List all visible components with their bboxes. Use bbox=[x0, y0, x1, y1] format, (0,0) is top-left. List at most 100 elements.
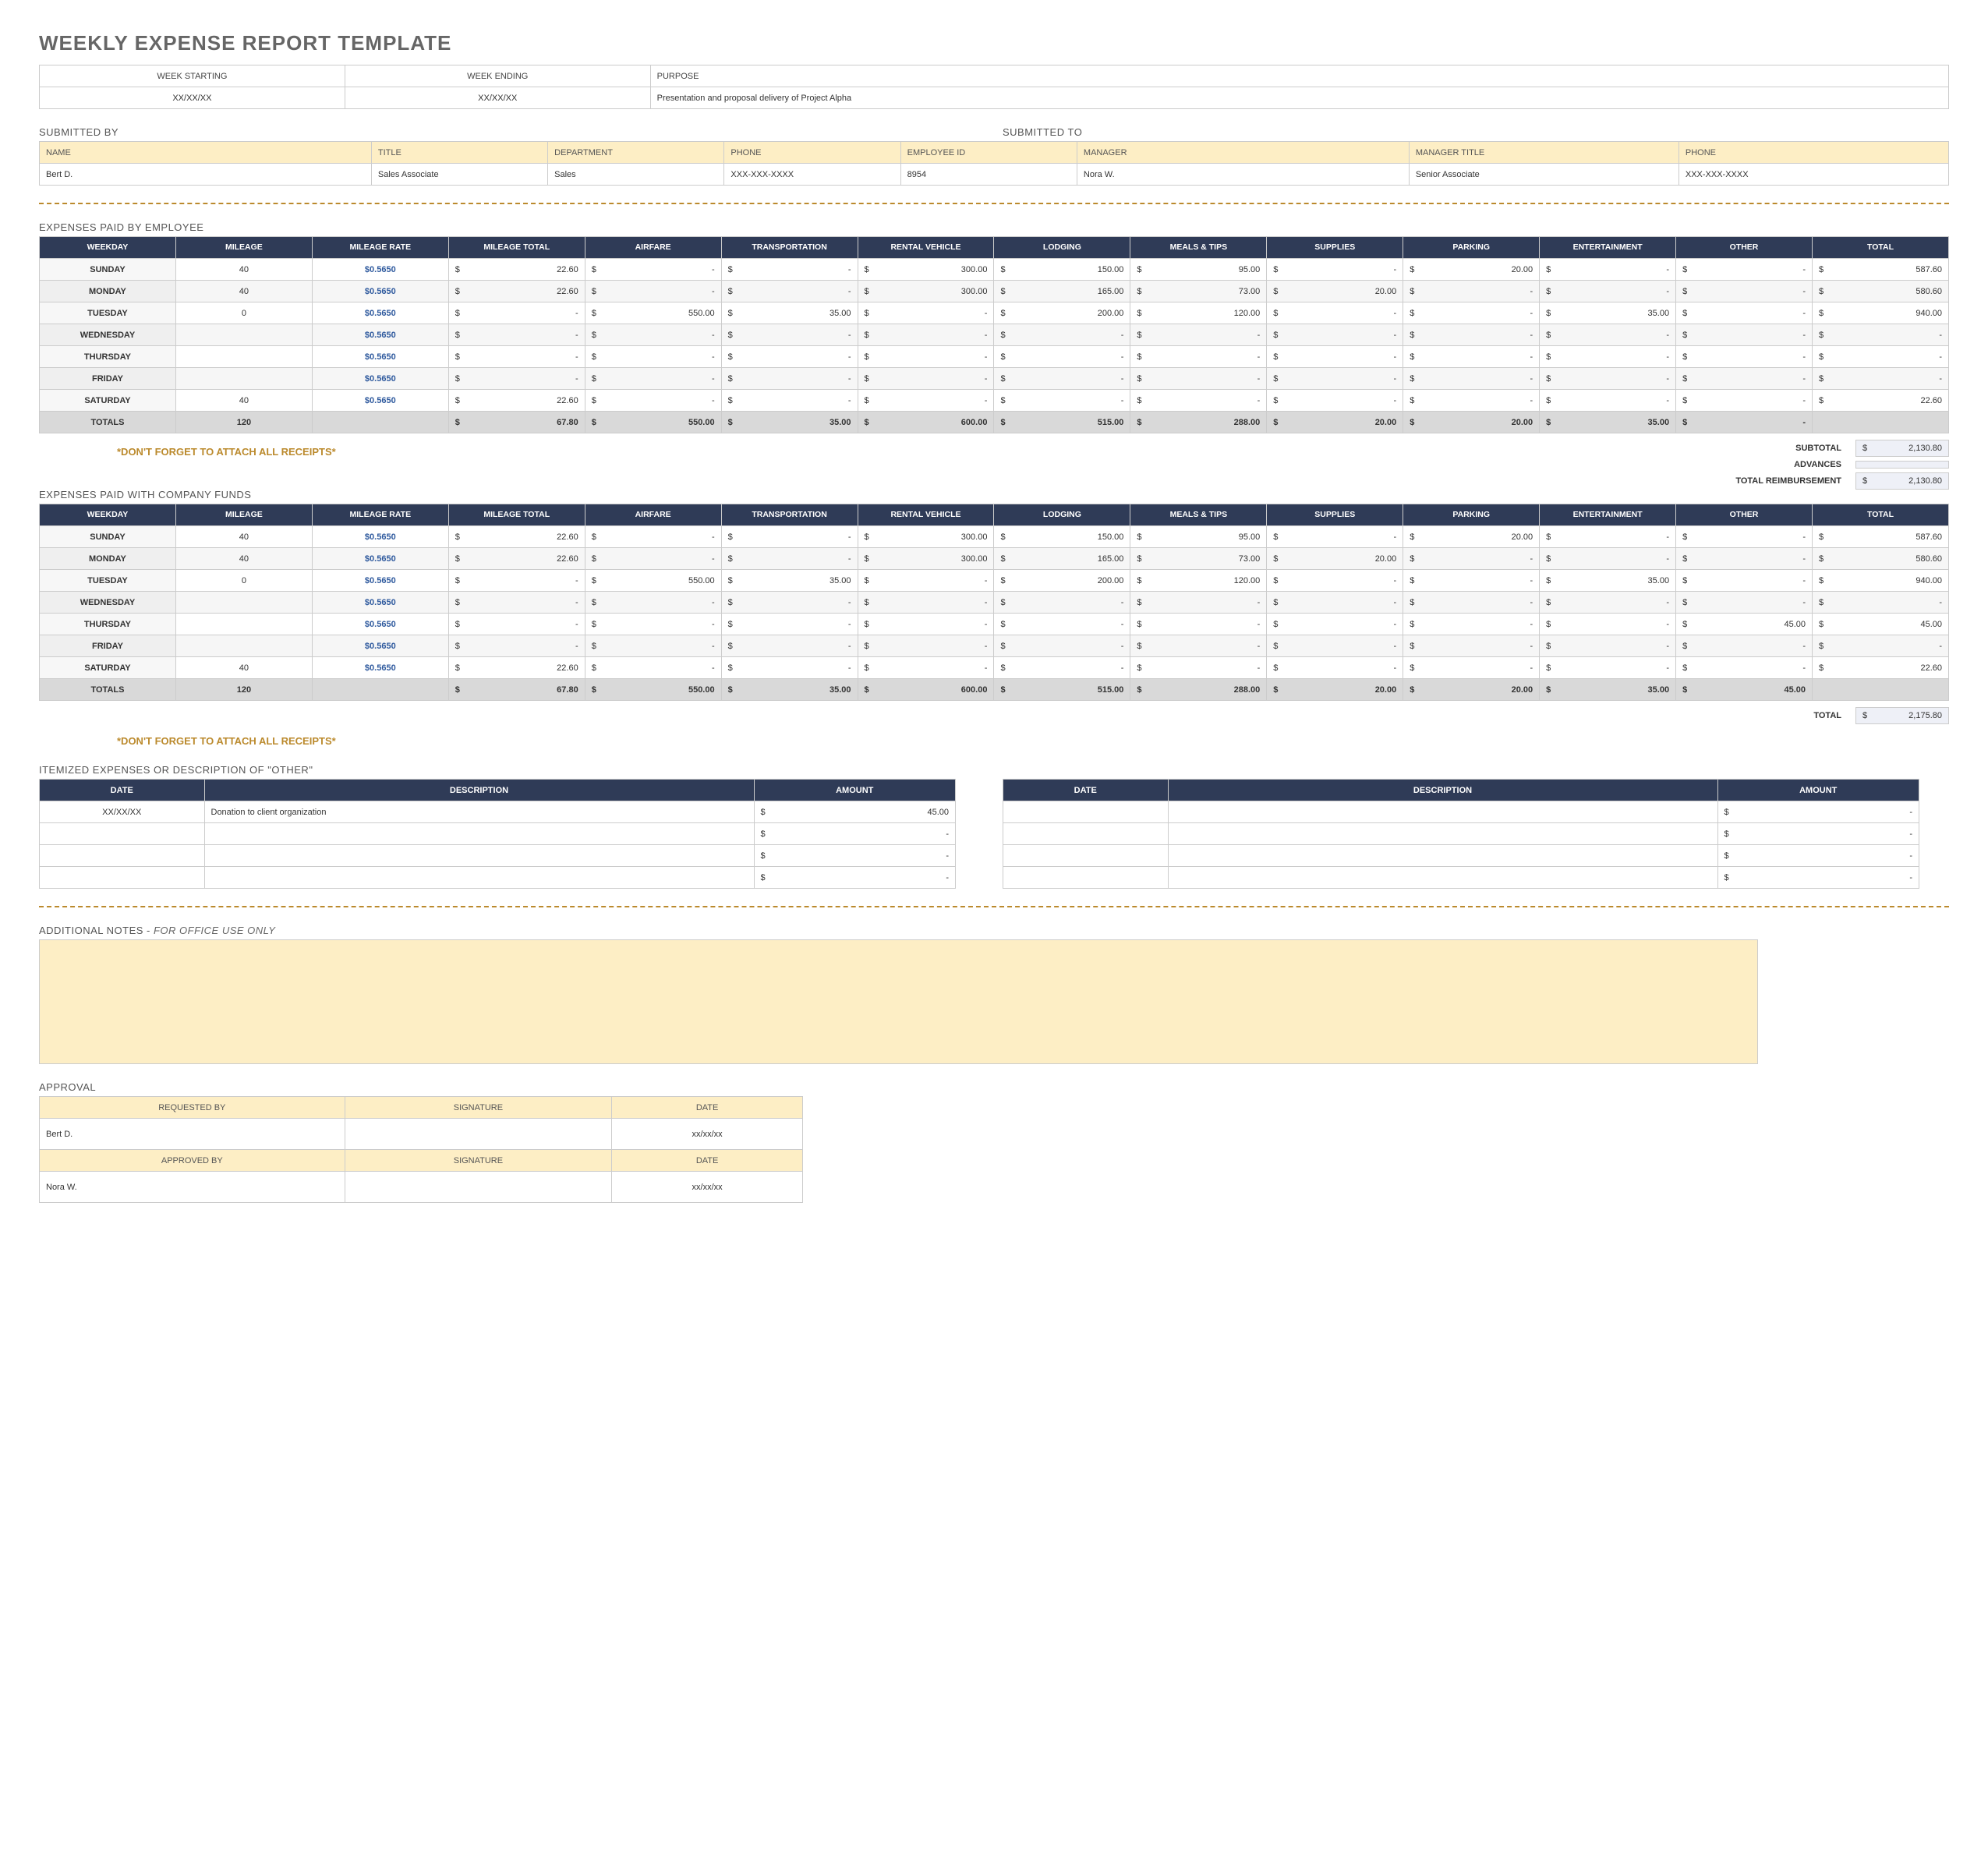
item-amount[interactable]: $- bbox=[1717, 801, 1919, 823]
amount-cell[interactable]: $580.60 bbox=[1812, 281, 1948, 302]
mileage-cell[interactable]: 40 bbox=[175, 259, 312, 281]
amount-cell[interactable]: $20.00 bbox=[1267, 281, 1403, 302]
amount-cell[interactable]: $- bbox=[858, 390, 994, 412]
amount-cell[interactable]: $587.60 bbox=[1812, 259, 1948, 281]
amount-cell[interactable]: $- bbox=[585, 346, 721, 368]
amount-cell[interactable]: $35.00 bbox=[721, 570, 858, 592]
amount-cell[interactable]: $- bbox=[1676, 346, 1813, 368]
amount-cell[interactable]: $- bbox=[1676, 390, 1813, 412]
amount-cell[interactable]: $- bbox=[721, 548, 858, 570]
amount-cell[interactable]: $- bbox=[1676, 548, 1813, 570]
mileage-cell[interactable] bbox=[175, 614, 312, 635]
item-amount[interactable]: $- bbox=[754, 823, 956, 845]
item-date[interactable] bbox=[1003, 845, 1169, 867]
mileage-cell[interactable]: 40 bbox=[175, 281, 312, 302]
amount-cell[interactable]: $940.00 bbox=[1812, 570, 1948, 592]
amount-cell[interactable]: $- bbox=[1676, 324, 1813, 346]
amount-cell[interactable]: $150.00 bbox=[994, 526, 1130, 548]
amount-cell[interactable]: $- bbox=[1130, 592, 1267, 614]
amount-cell[interactable]: $- bbox=[1403, 346, 1540, 368]
amount-cell[interactable]: $150.00 bbox=[994, 259, 1130, 281]
advances-value[interactable] bbox=[1855, 461, 1949, 469]
amount-cell[interactable]: $22.60 bbox=[448, 281, 585, 302]
mileage-cell[interactable] bbox=[175, 346, 312, 368]
amount-cell[interactable]: $- bbox=[1676, 592, 1813, 614]
amount-cell[interactable]: $- bbox=[448, 346, 585, 368]
amount-cell[interactable]: $- bbox=[994, 657, 1130, 679]
amount-cell[interactable]: $- bbox=[1812, 346, 1948, 368]
amount-cell[interactable]: $- bbox=[994, 614, 1130, 635]
amount-cell[interactable]: $- bbox=[721, 614, 858, 635]
item-amount[interactable]: $- bbox=[1717, 867, 1919, 889]
empid-value[interactable]: 8954 bbox=[900, 164, 1077, 186]
amount-cell[interactable]: $- bbox=[1540, 657, 1676, 679]
amount-cell[interactable]: $550.00 bbox=[585, 302, 721, 324]
amount-cell[interactable]: $22.60 bbox=[1812, 657, 1948, 679]
amount-cell[interactable]: $- bbox=[1403, 548, 1540, 570]
amount-cell[interactable]: $- bbox=[1130, 635, 1267, 657]
amount-cell[interactable]: $- bbox=[1267, 614, 1403, 635]
amount-cell[interactable]: $- bbox=[858, 592, 994, 614]
amount-cell[interactable]: $- bbox=[1540, 390, 1676, 412]
amount-cell[interactable]: $940.00 bbox=[1812, 302, 1948, 324]
item-date[interactable] bbox=[1003, 867, 1169, 889]
amount-cell[interactable]: $- bbox=[721, 368, 858, 390]
amount-cell[interactable]: $20.00 bbox=[1267, 548, 1403, 570]
amount-cell[interactable]: $- bbox=[1130, 368, 1267, 390]
amount-cell[interactable]: $- bbox=[1403, 302, 1540, 324]
amount-cell[interactable]: $- bbox=[585, 368, 721, 390]
item-amount[interactable]: $- bbox=[1717, 823, 1919, 845]
amount-cell[interactable]: $- bbox=[858, 302, 994, 324]
amount-cell[interactable]: $- bbox=[1540, 324, 1676, 346]
phone-value[interactable]: XXX-XXX-XXXX bbox=[724, 164, 900, 186]
amount-cell[interactable]: $587.60 bbox=[1812, 526, 1948, 548]
amount-cell[interactable]: $- bbox=[1540, 614, 1676, 635]
item-desc[interactable] bbox=[1168, 867, 1717, 889]
mgr-phone-value[interactable]: XXX-XXX-XXXX bbox=[1678, 164, 1948, 186]
amount-cell[interactable]: $- bbox=[721, 526, 858, 548]
amount-cell[interactable]: $- bbox=[858, 614, 994, 635]
name-value[interactable]: Bert D. bbox=[40, 164, 372, 186]
amount-cell[interactable]: $- bbox=[1676, 259, 1813, 281]
amount-cell[interactable]: $- bbox=[858, 570, 994, 592]
mileage-cell[interactable]: 0 bbox=[175, 302, 312, 324]
amount-cell[interactable]: $73.00 bbox=[1130, 548, 1267, 570]
mileage-cell[interactable]: 40 bbox=[175, 657, 312, 679]
amount-cell[interactable]: $- bbox=[1540, 592, 1676, 614]
amount-cell[interactable]: $- bbox=[1130, 346, 1267, 368]
amount-cell[interactable]: $- bbox=[1403, 657, 1540, 679]
amount-cell[interactable]: $35.00 bbox=[1540, 570, 1676, 592]
item-desc[interactable] bbox=[1168, 845, 1717, 867]
amount-cell[interactable]: $- bbox=[1403, 390, 1540, 412]
amount-cell[interactable]: $22.60 bbox=[1812, 390, 1948, 412]
amount-cell[interactable]: $- bbox=[1267, 592, 1403, 614]
amount-cell[interactable]: $- bbox=[1267, 635, 1403, 657]
amount-cell[interactable]: $300.00 bbox=[858, 281, 994, 302]
amount-cell[interactable]: $- bbox=[1540, 259, 1676, 281]
item-amount[interactable]: $45.00 bbox=[754, 801, 956, 823]
mileage-cell[interactable]: 40 bbox=[175, 526, 312, 548]
amount-cell[interactable]: $- bbox=[721, 390, 858, 412]
amount-cell[interactable]: $300.00 bbox=[858, 548, 994, 570]
amount-cell[interactable]: $- bbox=[721, 346, 858, 368]
amount-cell[interactable]: $- bbox=[1130, 390, 1267, 412]
mileage-cell[interactable]: 40 bbox=[175, 548, 312, 570]
amount-cell[interactable]: $- bbox=[585, 548, 721, 570]
amount-cell[interactable]: $- bbox=[1403, 368, 1540, 390]
amount-cell[interactable]: $- bbox=[1540, 281, 1676, 302]
purpose-value[interactable]: Presentation and proposal delivery of Pr… bbox=[650, 87, 1948, 109]
amount-cell[interactable]: $20.00 bbox=[1403, 526, 1540, 548]
amount-cell[interactable]: $- bbox=[1267, 657, 1403, 679]
approved-by-value[interactable]: Nora W. bbox=[40, 1172, 345, 1203]
week-end-value[interactable]: XX/XX/XX bbox=[345, 87, 650, 109]
amount-cell[interactable]: $- bbox=[1403, 570, 1540, 592]
amount-cell[interactable]: $- bbox=[1812, 324, 1948, 346]
item-desc[interactable] bbox=[1168, 823, 1717, 845]
item-date[interactable] bbox=[40, 823, 205, 845]
amount-cell[interactable]: $95.00 bbox=[1130, 259, 1267, 281]
amount-cell[interactable]: $- bbox=[585, 592, 721, 614]
amount-cell[interactable]: $- bbox=[994, 346, 1130, 368]
amount-cell[interactable]: $- bbox=[1540, 526, 1676, 548]
amount-cell[interactable]: $- bbox=[1540, 635, 1676, 657]
amount-cell[interactable]: $- bbox=[994, 592, 1130, 614]
